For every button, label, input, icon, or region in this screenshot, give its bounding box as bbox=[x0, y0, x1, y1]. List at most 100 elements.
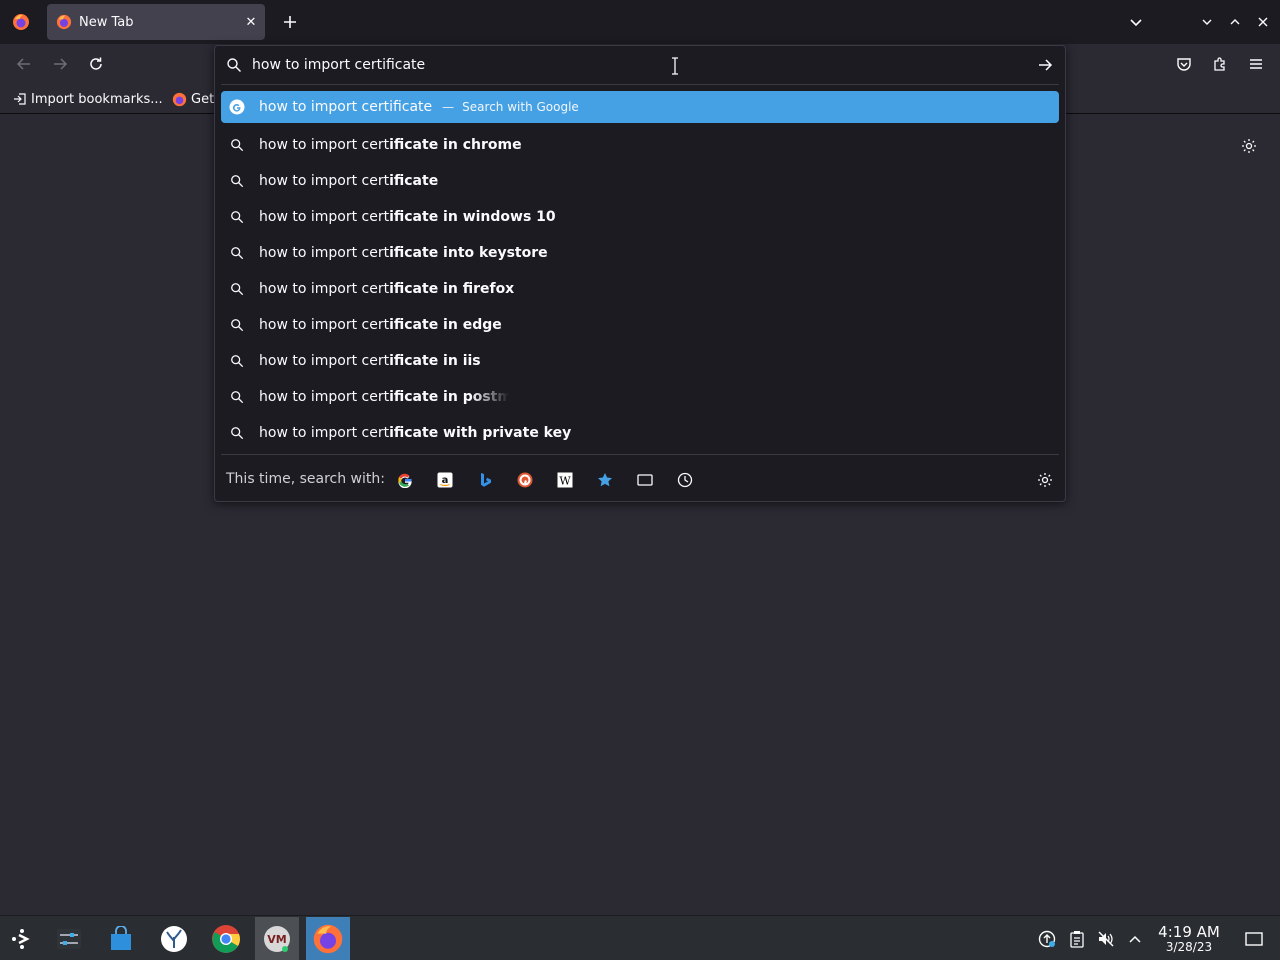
suggestion-completion: ificate in postman bbox=[389, 389, 509, 405]
chevron-up-icon bbox=[1129, 935, 1141, 943]
heuristic-action: Search with Google bbox=[462, 100, 579, 114]
extensions-button[interactable] bbox=[1206, 50, 1234, 78]
google-icon bbox=[229, 99, 245, 115]
tabs-icon[interactable] bbox=[635, 470, 655, 490]
new-tab-button[interactable] bbox=[276, 8, 304, 36]
go-button[interactable] bbox=[1035, 55, 1055, 75]
chevron-up-icon bbox=[1230, 19, 1240, 25]
minimize-window-button[interactable] bbox=[1193, 8, 1221, 36]
firefox-view-button[interactable] bbox=[0, 0, 41, 44]
search-settings-button[interactable] bbox=[1035, 470, 1055, 490]
newtab-settings-button[interactable] bbox=[1238, 135, 1260, 157]
list-all-tabs-button[interactable] bbox=[1122, 8, 1150, 36]
show-hidden-icons-button[interactable] bbox=[1124, 928, 1146, 950]
puzzle-icon bbox=[1214, 57, 1225, 71]
update-icon bbox=[1038, 930, 1056, 948]
search-icon bbox=[229, 173, 245, 189]
bookmarks-star-icon[interactable] bbox=[595, 470, 615, 490]
chrome-taskbar-button[interactable] bbox=[204, 917, 248, 960]
back-button[interactable] bbox=[10, 50, 38, 78]
close-tab-icon[interactable]: ✕ bbox=[237, 8, 265, 36]
suggestion-row[interactable]: how to import certificate in edge bbox=[221, 307, 1059, 343]
heuristic-result-row[interactable]: how to import certificate — Search with … bbox=[221, 91, 1059, 123]
search-icon bbox=[229, 137, 245, 153]
clipboard-tray-button[interactable] bbox=[1066, 928, 1088, 950]
suggestion-completion: ificate in chrome bbox=[389, 137, 522, 153]
suggestion-row[interactable]: how to import certificate in chrome bbox=[221, 127, 1059, 163]
coral-app-icon bbox=[161, 925, 187, 952]
suggestion-completion: ificate in iis bbox=[389, 353, 481, 369]
desktop-icon bbox=[1245, 932, 1263, 946]
volume-muted-icon bbox=[1098, 931, 1114, 947]
suggestion-row[interactable]: how to import certificate with private k… bbox=[221, 415, 1059, 451]
svg-text:W: W bbox=[559, 475, 571, 488]
chevron-down-icon bbox=[1202, 19, 1212, 25]
divider bbox=[221, 454, 1059, 455]
hamburger-menu-icon bbox=[1250, 59, 1262, 69]
suggestion-row[interactable]: how to import certificate in iis bbox=[221, 343, 1059, 379]
discover-store-button[interactable] bbox=[99, 917, 143, 960]
history-icon[interactable] bbox=[675, 470, 695, 490]
gear-icon bbox=[1242, 139, 1256, 153]
clipboard-icon bbox=[1070, 931, 1084, 948]
suggestion-typed: how to import cert bbox=[259, 389, 390, 405]
suggestion-typed: how to import cert bbox=[259, 173, 390, 189]
google-icon[interactable] bbox=[395, 470, 415, 490]
update-tray-button[interactable] bbox=[1036, 928, 1058, 950]
vm-app-taskbar-button[interactable]: VM bbox=[255, 917, 299, 960]
firefox-icon bbox=[56, 14, 72, 30]
search-icon bbox=[229, 245, 245, 261]
urlbar-value: how to import certificate bbox=[252, 57, 426, 73]
arrow-right-icon bbox=[1039, 59, 1053, 71]
clock-time: 4:19 AM bbox=[1158, 923, 1220, 941]
urlbar-input[interactable]: how to import certificate bbox=[215, 46, 1065, 84]
system-settings-taskbar-button[interactable] bbox=[47, 917, 91, 960]
firefox-icon bbox=[313, 924, 343, 953]
search-icon bbox=[229, 389, 245, 405]
firefox-icon bbox=[12, 14, 29, 30]
maximize-window-button[interactable] bbox=[1221, 8, 1249, 36]
suggestion-list: how to import certificate — Search with … bbox=[221, 91, 1059, 451]
digital-clock[interactable]: 4:19 AM 3/28/23 bbox=[1150, 924, 1228, 954]
one-off-search-bar: This time, search with: a W bbox=[215, 462, 1065, 496]
vmware-icon: VM bbox=[264, 925, 290, 952]
duckduckgo-icon[interactable] bbox=[515, 470, 535, 490]
wikipedia-icon[interactable]: W bbox=[555, 470, 575, 490]
amazon-icon[interactable]: a bbox=[435, 470, 455, 490]
suggestion-completion: ificate in edge bbox=[389, 317, 502, 333]
clock-date: 3/28/23 bbox=[1165, 940, 1213, 954]
search-icon bbox=[227, 58, 241, 72]
bookmark-get-started[interactable]: Get bbox=[172, 90, 214, 108]
suggestion-typed: how to import cert bbox=[259, 353, 390, 369]
search-icon bbox=[229, 425, 245, 441]
tab-new-tab[interactable]: New Tab ✕ bbox=[47, 4, 265, 40]
firefox-icon bbox=[172, 92, 187, 106]
suggestion-row[interactable]: how to import certificate in firefox bbox=[221, 271, 1059, 307]
steam-deck-app-button[interactable] bbox=[152, 917, 196, 960]
one-off-label: This time, search with: bbox=[226, 471, 385, 487]
tab-strip: New Tab ✕ bbox=[0, 0, 1280, 44]
import-icon bbox=[14, 93, 26, 105]
svg-text:VM: VM bbox=[267, 933, 286, 946]
suggestion-row[interactable]: how to import certificate bbox=[221, 163, 1059, 199]
firefox-taskbar-button[interactable] bbox=[306, 917, 350, 960]
import-bookmarks-item[interactable]: Import bookmarks... bbox=[13, 90, 163, 108]
suggestion-completion: ificate with private key bbox=[389, 425, 572, 441]
forward-button[interactable] bbox=[46, 50, 74, 78]
search-icon bbox=[229, 281, 245, 297]
plus-icon bbox=[284, 16, 296, 28]
arrow-right-icon bbox=[54, 58, 68, 70]
suggestion-row[interactable]: how to import certificate in postman bbox=[221, 379, 1059, 415]
suggestion-typed: how to import cert bbox=[259, 281, 390, 297]
bing-icon[interactable] bbox=[475, 470, 495, 490]
close-window-button[interactable] bbox=[1249, 8, 1277, 36]
pocket-button[interactable] bbox=[1170, 50, 1198, 78]
reload-icon bbox=[90, 57, 102, 70]
suggestion-row[interactable]: how to import certificate into keystore bbox=[221, 235, 1059, 271]
application-launcher-button[interactable] bbox=[0, 917, 44, 960]
volume-tray-button[interactable] bbox=[1095, 928, 1117, 950]
app-menu-button[interactable] bbox=[1242, 50, 1270, 78]
reload-button[interactable] bbox=[82, 50, 110, 78]
suggestion-row[interactable]: how to import certificate in windows 10 bbox=[221, 199, 1059, 235]
show-desktop-button[interactable] bbox=[1243, 928, 1265, 950]
